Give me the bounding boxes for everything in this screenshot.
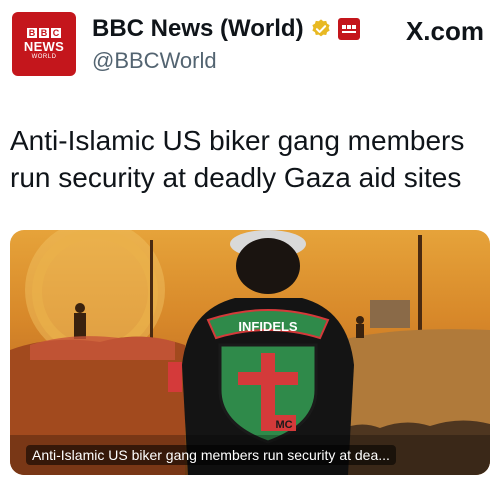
right-soldier-body bbox=[356, 324, 364, 338]
biker-head bbox=[236, 238, 300, 294]
arm-band bbox=[168, 362, 182, 392]
account-handle[interactable]: @BBCWorld bbox=[92, 48, 217, 74]
right-soldier-head bbox=[356, 316, 364, 324]
shield-cross-horizontal bbox=[238, 372, 298, 385]
bbc-logo-blocks: B B C bbox=[27, 27, 61, 38]
logo-news-text: NEWS bbox=[23, 38, 65, 54]
bbc-letter-c: C bbox=[51, 27, 61, 38]
display-name[interactable]: BBC News (World) bbox=[92, 15, 304, 43]
media-caption[interactable]: Anti-Islamic US biker gang members run s… bbox=[26, 445, 396, 465]
vest-patch-text: INFIDELS bbox=[238, 319, 298, 334]
right-building bbox=[370, 300, 410, 328]
mound-highlight bbox=[30, 336, 175, 360]
logo-world-text: WORLD bbox=[31, 53, 57, 60]
media-image: INFIDELS MC bbox=[10, 230, 490, 475]
bbc-news-mini-logo-icon[interactable] bbox=[337, 18, 360, 40]
gold-verified-check-icon[interactable] bbox=[310, 18, 332, 40]
mc-patch-text: MC bbox=[275, 419, 292, 431]
post-media-card[interactable]: INFIDELS MC Anti-Islamic US biker gang m… bbox=[10, 230, 490, 475]
soldier-head bbox=[75, 303, 85, 313]
bbc-letter-b2: B bbox=[39, 27, 49, 38]
bbc-letter-b1: B bbox=[27, 27, 37, 38]
avatar[interactable]: B B C NEWS WORLD bbox=[12, 12, 76, 76]
site-label: X.com bbox=[405, 16, 484, 46]
soldier-body bbox=[74, 313, 86, 339]
post-headline: Anti-Islamic US biker gang members run s… bbox=[10, 125, 465, 193]
name-row: BBC News (World) bbox=[92, 14, 360, 44]
post-header: B B C NEWS WORLD BBC News (World) @BBCWo… bbox=[10, 10, 490, 82]
